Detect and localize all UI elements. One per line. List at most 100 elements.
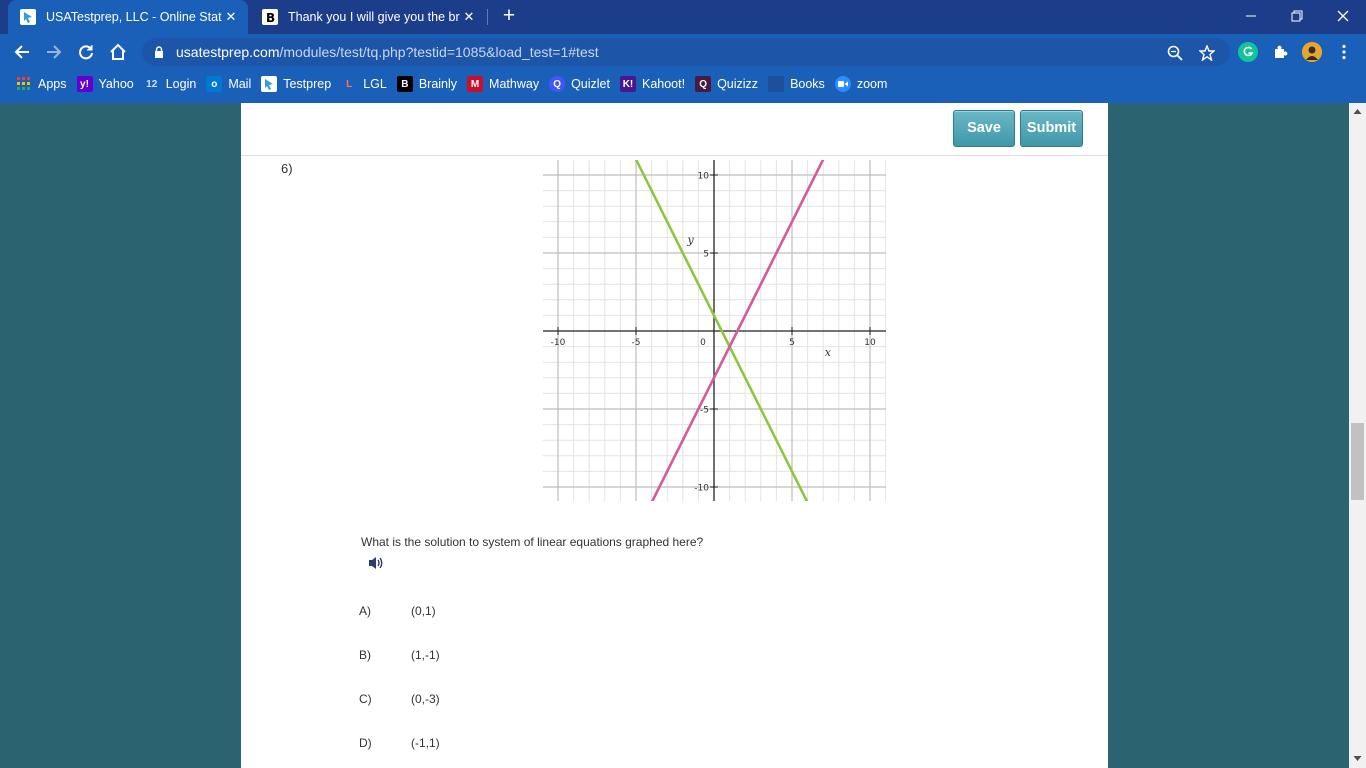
save-button[interactable]: Save <box>953 110 1015 147</box>
close-window-icon[interactable] <box>1320 0 1366 32</box>
profile-avatar[interactable] <box>1302 42 1322 62</box>
bookmark-label: Testprep <box>283 77 332 91</box>
bookmark-label: Yahoo <box>98 77 134 91</box>
bookmark-label: LGL <box>363 77 387 91</box>
zoom-magnifier-icon[interactable] <box>1166 44 1184 62</box>
scroll-thumb[interactable] <box>1351 423 1364 500</box>
y-tick-label: -5 <box>700 406 709 416</box>
bookmark-star-icon[interactable] <box>1198 44 1216 62</box>
bookmark-label: Mathway <box>489 77 540 91</box>
outlook-icon: o <box>206 76 223 92</box>
bookmark-kahoot[interactable]: K! Kahoot! <box>618 72 693 96</box>
scroll-up-arrow-icon[interactable] <box>1353 107 1362 116</box>
bookmark-login[interactable]: 12 Login <box>142 72 205 96</box>
tab-title: Thank you I will give you the brai <box>288 10 460 24</box>
zoom-icon <box>834 76 851 92</box>
bookmark-apps[interactable]: Apps <box>14 72 75 96</box>
minimize-icon[interactable] <box>1228 0 1274 32</box>
grammarly-icon[interactable] <box>1238 42 1258 62</box>
bookmark-label: Quizizz <box>717 77 759 91</box>
testprep-icon <box>261 76 278 92</box>
restore-icon[interactable] <box>1274 0 1320 32</box>
scroll-down-arrow-icon[interactable] <box>1353 754 1362 763</box>
tab-separator <box>487 9 488 25</box>
bookmark-mathway[interactable]: M Mathway <box>465 72 547 96</box>
svg-text:B: B <box>266 11 275 25</box>
tab-brainly[interactable]: B Thank you I will give you the brai ✕ <box>250 0 486 34</box>
bookmark-zoom[interactable]: zoom <box>833 72 896 96</box>
bookmark-label: Quizlet <box>571 77 610 91</box>
bookmark-lgl[interactable]: L LGL <box>339 72 395 96</box>
y-tick-label: 10 <box>698 172 710 182</box>
tab-usatestprep[interactable]: USATestprep, LLC - Online State- ✕ <box>8 0 248 34</box>
apps-grid-icon <box>16 76 32 92</box>
submit-button[interactable]: Submit <box>1020 110 1083 147</box>
x-axis-label: x <box>825 346 832 359</box>
tab-strip: USATestprep, LLC - Online State- ✕ B Tha… <box>0 0 1366 34</box>
bookmarks-bar: Apps y! Yahoo 12 Login o Mail Testprep L… <box>0 70 1366 98</box>
y-axis-label: y <box>686 234 694 247</box>
bookmark-brainly[interactable]: B Brainly <box>395 72 465 96</box>
answer-choice-b[interactable]: B) (1,-1) <box>359 645 440 665</box>
bookmark-label: Kahoot! <box>641 77 686 91</box>
bookmark-quizlet[interactable]: Q Quizlet <box>547 72 618 96</box>
x-tick-label: 0 <box>700 338 706 348</box>
reload-icon[interactable] <box>73 39 99 65</box>
linear-equations-graph: -10 -5 0 5 10 10 5 -5 -10 x y <box>543 160 886 501</box>
new-tab-icon[interactable]: + <box>498 5 520 28</box>
bookmark-label: Brainly <box>418 77 458 91</box>
answer-choice-d[interactable]: D) (-1,1) <box>359 733 440 753</box>
answer-choice-c[interactable]: C) (0,-3) <box>359 689 440 709</box>
x-tick-label: -5 <box>632 338 641 348</box>
extensions-puzzle-icon[interactable] <box>1270 42 1290 62</box>
testprep-favicon-icon <box>20 9 36 25</box>
bookmark-testprep[interactable]: Testprep <box>259 72 339 96</box>
question-text: What is the solution to system of linear… <box>361 535 704 549</box>
choice-value: (-1,1) <box>411 736 440 750</box>
quizizz-icon: Q <box>695 76 712 92</box>
brainly-favicon-icon: B <box>262 9 278 25</box>
home-icon[interactable] <box>105 39 131 65</box>
login-icon: 12 <box>146 78 158 90</box>
x-tick-label: -10 <box>551 338 566 348</box>
x-tick-label: 5 <box>789 338 795 348</box>
x-tick-label: 10 <box>864 338 876 348</box>
y-tick-label: -10 <box>694 484 709 494</box>
bookmark-books[interactable]: Books <box>766 72 833 96</box>
bookmark-label: zoom <box>856 77 888 91</box>
choice-value: (0,-3) <box>411 692 440 706</box>
address-bar[interactable]: usatestprep.com/modules/test/tq.php?test… <box>142 38 1230 66</box>
y-tick-label: 5 <box>703 250 709 260</box>
choice-letter: B) <box>359 648 371 662</box>
page-scrollbar[interactable] <box>1349 103 1366 768</box>
speaker-audio-icon[interactable] <box>368 555 386 571</box>
bookmark-label: Apps <box>38 77 67 91</box>
bookmark-mail[interactable]: o Mail <box>204 72 259 96</box>
question-number: 6) <box>281 161 293 176</box>
kahoot-icon: K! <box>619 76 636 92</box>
lock-icon[interactable] <box>154 46 166 58</box>
tab-close-icon[interactable]: ✕ <box>460 8 478 26</box>
bookmark-yahoo[interactable]: y! Yahoo <box>75 72 142 96</box>
url-text[interactable]: usatestprep.com/modules/test/tq.php?test… <box>176 44 599 60</box>
quizlet-icon: Q <box>549 76 566 92</box>
bookmark-label: Login <box>165 77 197 91</box>
bookmark-label: Mail <box>228 77 252 91</box>
bookmark-quizizz[interactable]: Q Quizizz <box>693 72 766 96</box>
tab-title: USATestprep, LLC - Online State- <box>46 10 222 24</box>
choice-letter: A) <box>359 604 371 618</box>
bookmark-label: Books <box>790 77 825 91</box>
tab-close-icon[interactable]: ✕ <box>222 8 240 26</box>
mathway-icon: M <box>467 76 484 92</box>
choice-letter: D) <box>359 736 372 750</box>
answer-choice-a[interactable]: A) (0,1) <box>359 601 436 621</box>
menu-kebab-icon[interactable] <box>1334 42 1354 62</box>
yahoo-icon: y! <box>76 76 93 92</box>
test-page: Save Submit 6) -10 -5 0 5 10 10 5 -5 -10 x y What … <box>241 103 1108 768</box>
url-domain: usatestprep.com <box>176 44 280 60</box>
brainly-icon: B <box>396 76 413 92</box>
lgl-icon: L <box>346 78 353 90</box>
back-arrow-icon[interactable] <box>9 39 35 65</box>
forward-arrow-icon[interactable] <box>41 39 67 65</box>
browser-toolbar: usatestprep.com/modules/test/tq.php?test… <box>0 34 1366 70</box>
